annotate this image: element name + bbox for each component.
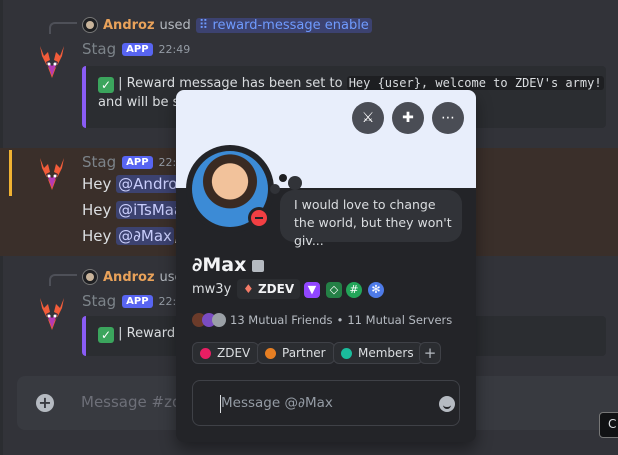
bubble-tail-small (270, 184, 280, 194)
message-line: Hey @Androz (82, 175, 188, 193)
reply-used-text: used (159, 17, 191, 33)
stag-avatar[interactable] (32, 154, 72, 194)
message-line: Hey @iTsMaa (82, 201, 186, 219)
role-color-dot (341, 347, 352, 359)
author-name[interactable]: Stag (82, 153, 116, 171)
embed-line-2: and will be se (98, 95, 188, 110)
app-badge: APP (122, 42, 153, 56)
role-name: ZDEV (217, 346, 251, 360)
reply-username[interactable]: Androz (103, 18, 155, 33)
swords-icon[interactable]: ⚔ (352, 102, 384, 134)
message-input-placeholder[interactable]: Message #zde (81, 393, 191, 411)
user-profile-popout: ⚔ ✚ ⋯ I would love to change the world, … (176, 90, 476, 442)
bubble-tail-large (288, 176, 302, 190)
command-name: reward-message enable (212, 17, 369, 33)
attach-plus-icon[interactable]: + (36, 394, 54, 412)
reply-connector (49, 22, 77, 34)
user-mention[interactable]: @iTsMaa (116, 201, 186, 219)
role-chip[interactable]: Members (333, 342, 423, 364)
mutual-servers[interactable]: 11 Mutual Servers (347, 313, 452, 327)
message-line: Hey @∂Max, (82, 227, 179, 245)
developer-badge-icon[interactable]: ◇ (326, 282, 342, 298)
message-header: Stag APP 22:49 (82, 40, 190, 58)
dm-message-input[interactable]: Message @∂Max (192, 380, 460, 426)
stag-avatar[interactable] (32, 42, 72, 82)
command-mention[interactable]: ⠿ reward-message enable (195, 17, 372, 33)
reply-avatar (82, 17, 98, 33)
profile-avatar[interactable] (186, 145, 274, 233)
separator: • (336, 313, 344, 327)
timestamp[interactable]: 22: (159, 295, 177, 308)
mutuals-row[interactable]: 13 Mutual Friends • 11 Mutual Servers (192, 313, 452, 327)
check-mark-icon: ✓ (98, 77, 114, 93)
slash-command-icon: ⠿ (198, 17, 209, 33)
server-tag-label: ZDEV (257, 282, 295, 296)
author-name[interactable]: Stag (82, 292, 116, 310)
add-role-button[interactable]: + (419, 342, 441, 364)
author-name[interactable]: Stag (82, 40, 116, 58)
timestamp[interactable]: 22:49 (159, 43, 191, 56)
emoji-icon[interactable] (439, 396, 455, 412)
reply-connector (49, 274, 77, 286)
tag-icon: ♦ (243, 282, 254, 296)
greeting: Hey (82, 227, 112, 245)
reply-username[interactable]: Androz (103, 270, 155, 285)
mutual-friend-avatar (212, 313, 226, 327)
role-color-dot (200, 347, 211, 359)
user-mention[interactable]: @∂Max (116, 227, 174, 245)
app-badge: APP (122, 155, 153, 169)
check-mark-icon: ✓ (98, 327, 114, 343)
status-note-text: I would love to change the world, but th… (294, 197, 452, 248)
mutual-friends[interactable]: 13 Mutual Friends (230, 313, 333, 327)
do-not-disturb-status-icon (248, 207, 270, 229)
role-chip[interactable]: ZDEV (192, 342, 260, 364)
embed-prefix: | Reward message has been set to (118, 76, 343, 91)
message-header: Stag APP 22: (82, 292, 176, 310)
role-chip[interactable]: Partner (257, 342, 335, 364)
role-name: Members (358, 346, 414, 360)
reply-reference[interactable]: Androz used ⠿ reward-message enable (82, 17, 372, 33)
dm-input-placeholder: Message @∂Max (221, 395, 333, 411)
greeting: Hey (82, 175, 112, 193)
role-name: Partner (282, 346, 326, 360)
note-icon[interactable] (252, 260, 264, 272)
server-tag[interactable]: ♦ ZDEV (237, 279, 301, 299)
add-friend-icon[interactable]: ✚ (392, 102, 424, 134)
username[interactable]: mw3y (192, 282, 231, 297)
highlight-bar (9, 150, 12, 196)
reply-reference[interactable]: Androz used (82, 269, 191, 285)
embed-line-1: ✓ | Reward r (98, 323, 185, 345)
gear-badge-icon[interactable]: ✻ (368, 282, 384, 298)
hashtag-badge-icon[interactable]: # (346, 282, 362, 298)
app-badge: APP (122, 294, 153, 308)
embed-prefix: | Reward r (118, 326, 185, 341)
greeting: Hey (82, 201, 112, 219)
reply-avatar (82, 269, 98, 285)
corner-button[interactable]: C (599, 412, 618, 438)
stag-avatar[interactable] (32, 294, 72, 334)
message-header: Stag APP 22: (82, 153, 176, 171)
role-color-dot (265, 347, 276, 359)
twitch-badge-icon[interactable]: ▼ (304, 282, 320, 298)
display-name: ∂Max (192, 254, 247, 276)
bubble-dot-icon (279, 174, 287, 182)
status-bubble[interactable]: I would love to change the world, but th… (280, 190, 462, 248)
embed-code: Hey {user}, welcome to ZDEV's army! (346, 76, 604, 90)
more-icon[interactable]: ⋯ (432, 102, 464, 134)
timestamp[interactable]: 22: (159, 156, 177, 169)
